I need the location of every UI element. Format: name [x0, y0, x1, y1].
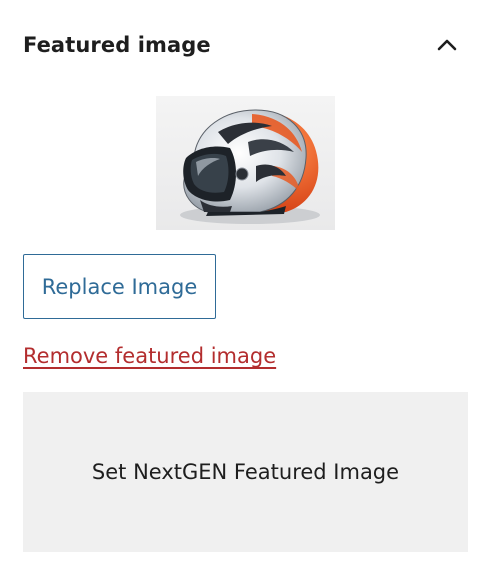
remove-featured-image-link[interactable]: Remove featured image [23, 344, 276, 368]
helmet-image [156, 96, 335, 230]
featured-image-thumbnail[interactable] [156, 96, 335, 230]
panel-header[interactable]: Featured image [23, 28, 457, 62]
panel-title: Featured image [23, 33, 211, 57]
chevron-up-icon [437, 39, 457, 51]
featured-image-panel: Featured image Replace Image Remove feat… [0, 0, 480, 564]
replace-image-button[interactable]: Replace Image [23, 254, 216, 319]
collapse-toggle-button[interactable] [433, 31, 461, 59]
set-nextgen-featured-image-button[interactable]: Set NextGEN Featured Image [23, 392, 468, 552]
